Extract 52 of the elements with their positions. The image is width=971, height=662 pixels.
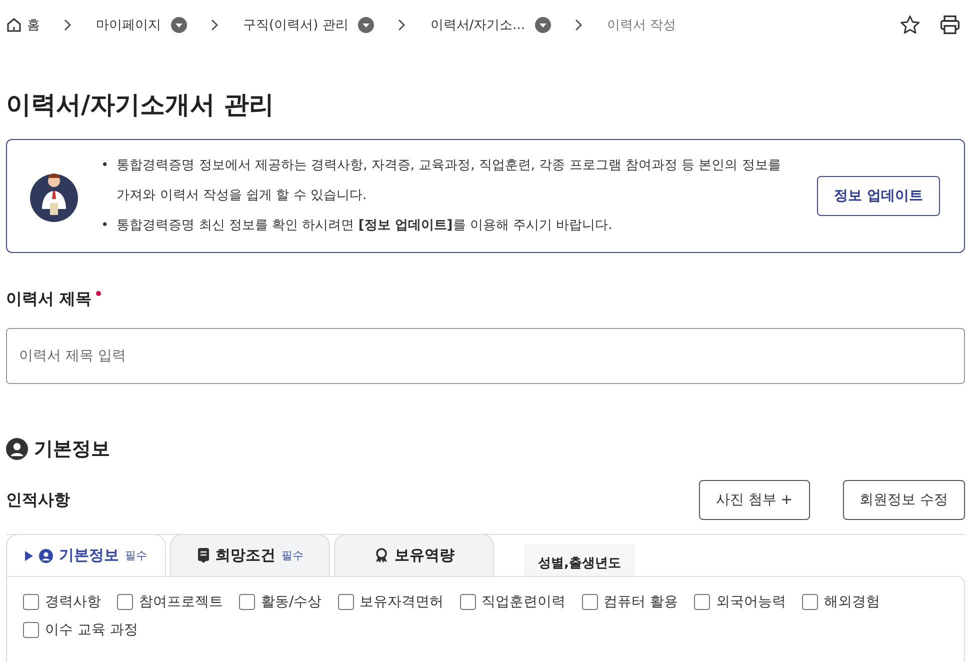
option-checkbox[interactable]	[694, 594, 710, 610]
option-label: 이수 교육 과정	[45, 621, 138, 639]
notice-text: 통합경력증명 정보에서 제공하는 경력사항, 자격증, 교육과정, 직업훈련, 각종 프로그램 참여과정 등 본인의 정보를 가져와 이력서 작성을 쉽게 할 수 있습니다.	[116, 157, 782, 205]
notice-text: 통합경력증명 최신 정보를 확인 하시려면 [정보 업데이트]를 이용해 주시기 바랍니다.	[116, 217, 612, 235]
option-label: 보유자격면허	[360, 593, 444, 611]
play-marker-icon	[25, 550, 33, 560]
photo-attach-button[interactable]: 사진 첨부 +	[698, 480, 810, 520]
resume-title-field[interactable]: 이력서 제목 입력	[6, 328, 965, 384]
dropdown-icon[interactable]	[535, 17, 552, 33]
chevron-icon	[398, 19, 406, 31]
person-icon	[39, 548, 53, 562]
person-icon	[6, 438, 28, 460]
option-checkbox[interactable]	[23, 594, 39, 610]
option-label: 경력사항	[45, 593, 101, 611]
tab[interactable]: 기본정보 필수	[6, 534, 166, 576]
chevron-icon	[64, 19, 72, 31]
bullet-marker: •	[101, 217, 109, 235]
option-checkbox[interactable]	[582, 594, 598, 610]
breadcrumb-link[interactable]: 홈	[6, 16, 40, 34]
option-label: 컴퓨터 활용	[604, 593, 678, 611]
dropdown-icon[interactable]	[171, 17, 187, 33]
option-checkbox[interactable]	[23, 622, 39, 638]
field-label: 이력서 제목	[6, 289, 92, 310]
option-label: 활동/수상	[261, 593, 322, 611]
info-update-button[interactable]: 정보 업데이트	[817, 176, 940, 216]
document-icon	[196, 548, 210, 563]
breadcrumb-link[interactable]: 구직(이력서) 관리	[243, 16, 348, 34]
breadcrumb-link[interactable]: 마이페이지	[96, 16, 161, 34]
option-label: 참여프로젝트	[139, 593, 223, 611]
page-title: 이력서/자기소개서 관리	[6, 89, 275, 121]
subsection-title: 인적사항	[6, 490, 71, 510]
option-checkbox[interactable]	[117, 594, 133, 610]
tab[interactable]: 희망조건 필수	[170, 534, 330, 576]
table-header: 성별,출생년도	[524, 544, 635, 576]
option-checkbox[interactable]	[239, 594, 255, 610]
option-label: 외국어능력	[716, 593, 786, 611]
chevron-icon	[211, 19, 219, 31]
bullet-marker: •	[101, 157, 109, 175]
dropdown-icon[interactable]	[358, 17, 374, 33]
option-label: 직업훈련이력	[482, 593, 566, 611]
edit-member-info-button[interactable]: 회원정보 수정	[842, 480, 965, 520]
medal-icon	[374, 548, 388, 563]
breadcrumb-link[interactable]: 이력서/자기소...	[430, 16, 526, 34]
chevron-icon	[575, 19, 584, 31]
tab[interactable]: 보유역량	[334, 534, 494, 576]
option-checkbox[interactable]	[460, 594, 476, 610]
option-label: 해외경험	[824, 593, 880, 611]
home-icon	[6, 17, 22, 33]
option-checkbox[interactable]	[802, 594, 818, 610]
option-checkbox[interactable]	[338, 594, 354, 610]
section-title: 기본정보	[34, 437, 110, 462]
breadcrumb-link[interactable]: 이력서 작성	[607, 16, 676, 34]
